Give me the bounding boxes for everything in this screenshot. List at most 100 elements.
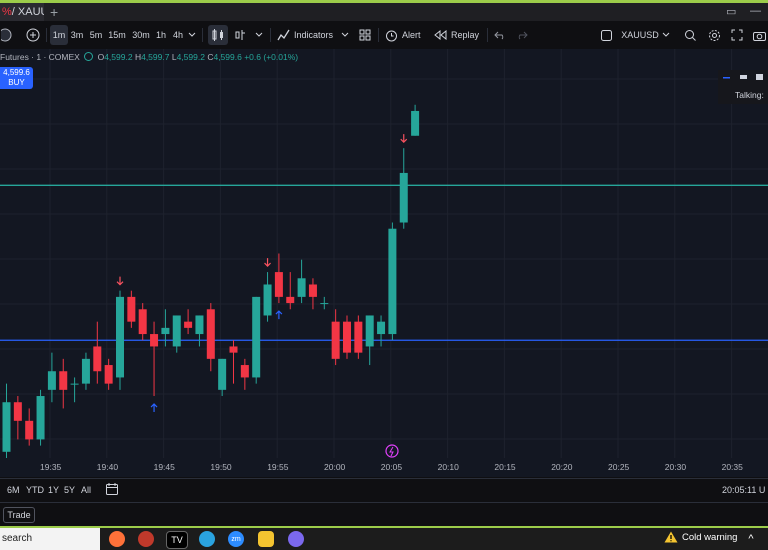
time-axis[interactable]: 19:35 19:40 19:45 19:50 19:55 20:00 20:05 20:10… [0,458,768,478]
redo-icon[interactable] [514,25,530,45]
ohlc-legend: Futures · 1 · COMEX O4,599.2 H4,599.7 L4… [0,52,298,62]
telegram-icon[interactable] [199,531,215,547]
candle[interactable] [218,358,227,390]
opera-icon[interactable] [138,531,154,547]
interval-dropdown-icon[interactable] [187,25,197,45]
candle[interactable] [252,296,261,378]
firefox-icon[interactable] [109,531,125,547]
file-explorer-icon[interactable] [258,531,274,547]
fullscreen-icon[interactable] [729,25,745,45]
candles-chart-type-icon[interactable] [208,25,228,45]
weather-widget[interactable]: Cold warning [664,531,737,543]
trade-tab[interactable]: Trade [3,507,35,523]
undo-icon[interactable] [492,25,508,45]
candle[interactable] [2,402,11,452]
buy-button[interactable]: 4,599.6 BUY [0,67,33,89]
candle[interactable] [286,296,295,304]
candle[interactable] [411,110,420,136]
candle[interactable] [240,365,249,378]
candle[interactable] [104,365,113,384]
candle[interactable] [274,272,283,297]
candle[interactable] [206,309,215,359]
candle[interactable] [229,346,238,353]
symbol-logo-icon[interactable] [0,25,16,45]
candle[interactable] [93,346,102,372]
chart-type-dropdown-icon[interactable] [254,25,264,45]
candle[interactable] [59,371,68,390]
interval-3m[interactable]: 3m [69,25,85,45]
candle[interactable] [354,321,363,353]
taskbar-search-input[interactable]: search [0,528,100,550]
trade-bar: Trade [0,502,768,525]
candle[interactable] [343,321,351,353]
symbol-search-field[interactable]: XAUUSD [620,25,660,45]
compare-plus-icon[interactable] [24,25,42,45]
alert-label: Alert [402,30,421,40]
candle[interactable] [263,284,272,316]
droplet-app-icon[interactable] [288,531,304,547]
time-tick-label: 20:30 [664,462,687,472]
window-icon[interactable]: ▭ [726,5,736,18]
candle[interactable] [161,327,170,335]
candle[interactable] [150,334,159,347]
range-ytd[interactable]: YTD [26,485,44,495]
panel-controls-icon[interactable] [718,70,768,84]
zoom-icon[interactable]: zm [228,531,244,547]
range-6m[interactable]: 6M [7,485,20,495]
candle[interactable] [81,358,90,384]
candle[interactable] [47,371,56,390]
symbol-description: Futures · 1 · COMEX [0,52,80,62]
candle[interactable] [365,315,374,347]
quick-search-icon[interactable] [682,25,698,45]
indicators-dropdown-icon[interactable] [340,25,350,45]
minimize-icon[interactable]: — [750,5,761,17]
time-tick-label: 20:25 [608,462,630,472]
layout-grid-icon[interactable] [357,25,373,45]
chart-background [0,49,768,477]
candle[interactable] [399,172,408,223]
tray-chevron-icon[interactable]: ^ [746,531,756,547]
candle[interactable] [184,321,193,328]
chart-tab[interactable]: % / XAUU [0,3,44,21]
interval-1h[interactable]: 1h [154,25,168,45]
date-range-icon[interactable] [106,483,118,497]
tradingview-icon[interactable]: TV [166,531,188,549]
candle[interactable] [13,402,22,421]
range-1y[interactable]: 1Y [48,485,59,495]
price-chart[interactable] [0,49,768,477]
interval-30m[interactable]: 30m [131,25,151,45]
candle[interactable] [138,309,147,335]
candle[interactable] [377,321,386,335]
time-tick-label: 19:50 [210,462,232,472]
candle[interactable] [36,396,45,440]
range-5y[interactable]: 5Y [64,485,75,495]
alert-button[interactable]: Alert [385,25,427,45]
tab-title-red: % [2,6,12,18]
candle[interactable] [320,303,329,305]
indicators-button[interactable]: Indicators [277,25,337,45]
replay-button[interactable]: Replay [434,25,482,45]
candle[interactable] [25,420,34,440]
symbol-dropdown-icon[interactable] [661,25,671,45]
candle[interactable] [331,321,340,359]
candle[interactable] [127,296,136,322]
interval-15m[interactable]: 15m [107,25,127,45]
interval-4h[interactable]: 4h [171,25,185,45]
candle[interactable] [195,315,204,335]
interval-5m[interactable]: 5m [88,25,104,45]
candle[interactable] [308,284,317,297]
candle[interactable] [297,278,306,297]
new-tab-icon[interactable]: + [50,3,58,21]
candle[interactable] [70,383,79,385]
windows-taskbar: search TV zm Cold warning ^ [0,526,768,550]
settings-gear-icon[interactable] [706,25,722,45]
candle[interactable] [116,296,124,378]
candle[interactable] [388,228,397,335]
bar-style-icon[interactable] [233,25,249,45]
candle[interactable] [172,315,181,347]
clock-readout[interactable]: 20:05:11 U [722,485,765,495]
checkbox-icon[interactable] [599,25,613,45]
range-all[interactable]: All [81,485,91,495]
snapshot-camera-icon[interactable] [751,25,767,45]
interval-1m[interactable]: 1m [50,25,68,45]
